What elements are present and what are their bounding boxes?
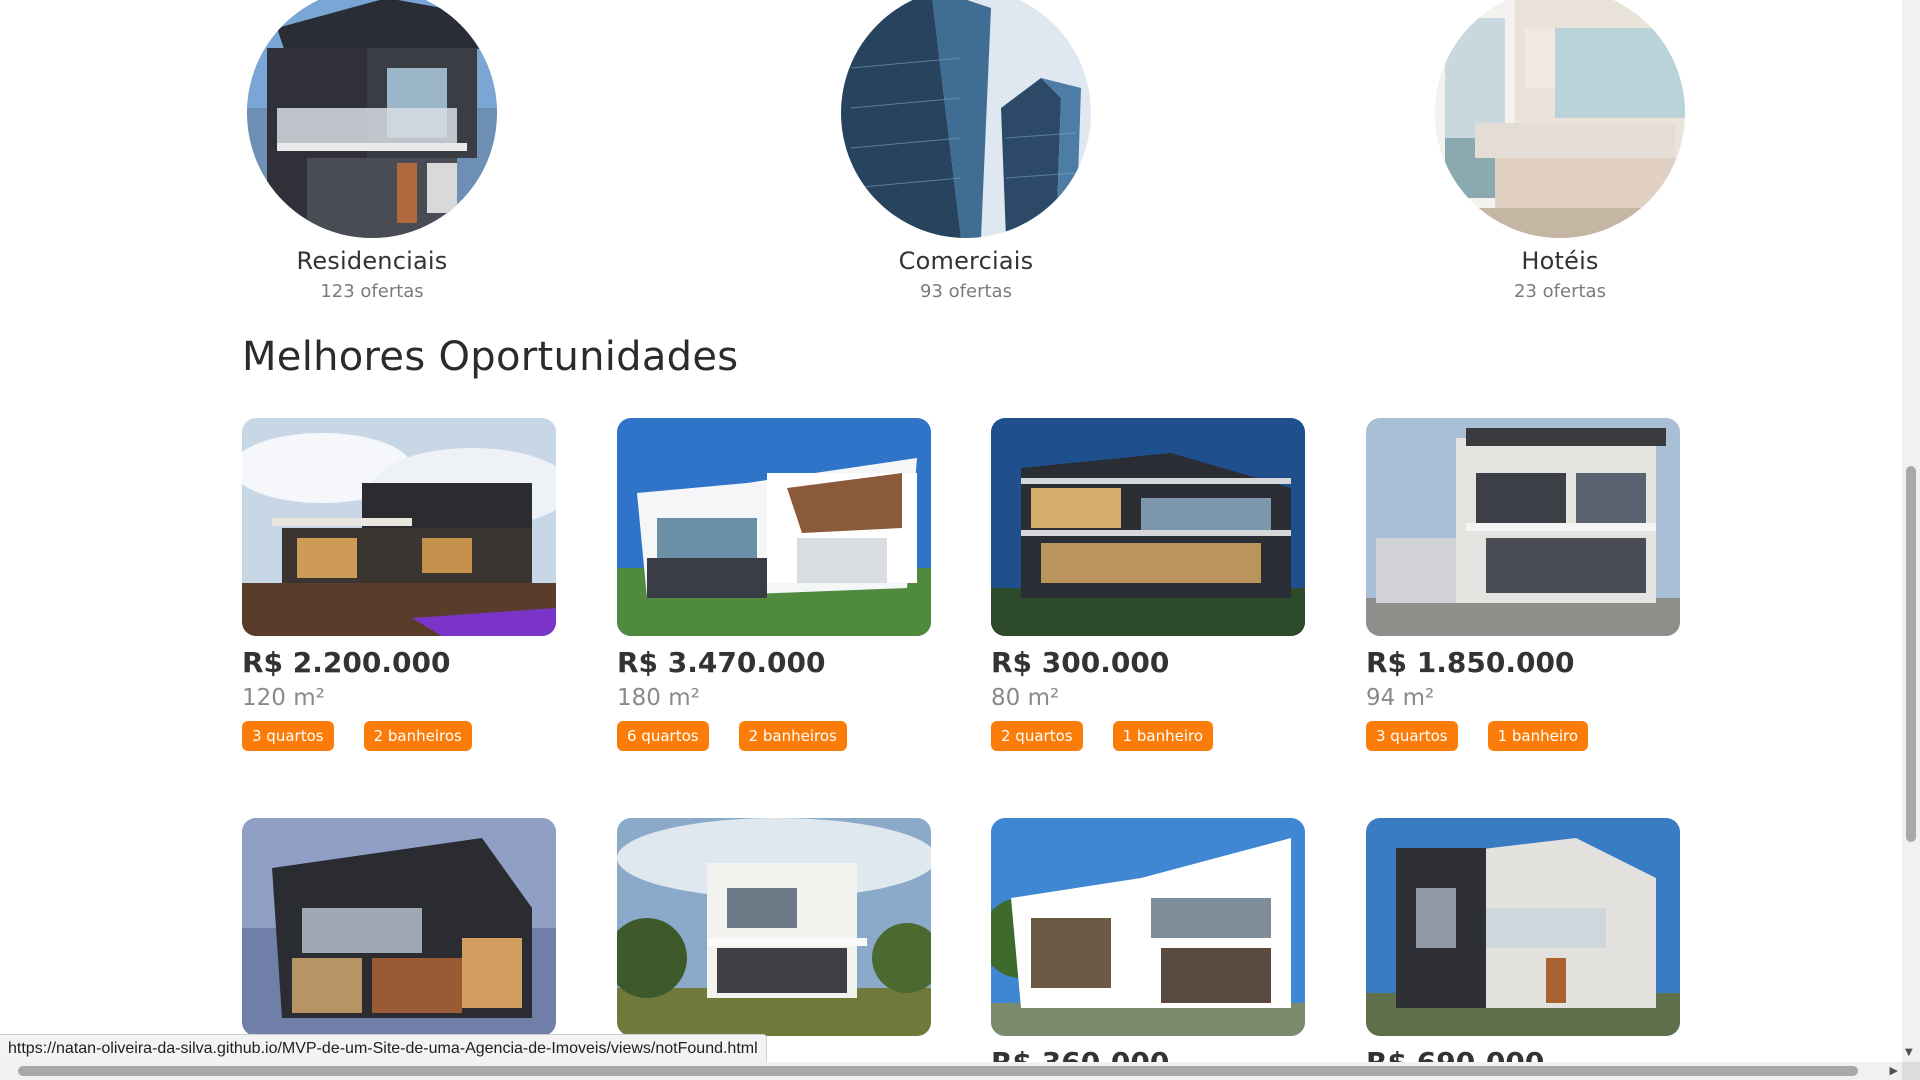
listing-photo — [242, 418, 556, 636]
bathrooms-tag: 1 banheiro — [1112, 721, 1214, 751]
status-bar-url: https://natan-oliveira-da-silva.github.i… — [0, 1034, 767, 1062]
category-name: Residenciais — [296, 247, 448, 275]
bedrooms-tag: 2 quartos — [991, 721, 1083, 751]
listing-price: R$ 690.000 — [1366, 1046, 1680, 1062]
listing-area: 94 m² — [1366, 685, 1435, 711]
listing-tags: 3 quartos 2 banheiros — [242, 721, 556, 751]
bathrooms-tag: 1 banheiro — [1487, 721, 1589, 751]
category-name: Comerciais — [898, 247, 1034, 275]
scroll-right-arrow-icon[interactable]: ▶ — [1890, 1064, 1898, 1077]
category-comerciais[interactable]: Comerciais 93 ofertas — [836, 0, 1096, 302]
listing-card[interactable] — [617, 818, 931, 1046]
bedrooms-tag: 3 quartos — [242, 721, 334, 751]
listing-photo — [1366, 418, 1680, 636]
horizontal-scrollbar[interactable]: ▶ — [0, 1062, 1902, 1080]
listing-price: R$ 300.000 — [991, 646, 1170, 679]
listing-price: R$ 1.850.000 — [1366, 646, 1575, 679]
listing-photo — [991, 418, 1305, 636]
listing-card[interactable]: R$ 360.000 — [991, 818, 1305, 1062]
vertical-scrollbar[interactable]: ▼ — [1902, 0, 1920, 1062]
listing-card[interactable]: R$ 300.000 80 m² 2 quartos 1 banheiro — [991, 418, 1305, 751]
category-image-residential — [247, 0, 497, 238]
category-image-hotel — [1435, 0, 1685, 238]
category-hoteis[interactable]: Hotéis 23 ofertas — [1430, 0, 1690, 302]
category-count: 23 ofertas — [1514, 281, 1606, 302]
section-title: Melhores Oportunidades — [242, 334, 739, 380]
listing-card[interactable]: R$ 2.200.000 120 m² 3 quartos 2 banheiro… — [242, 418, 556, 751]
category-residenciais[interactable]: Residenciais 123 ofertas — [242, 0, 502, 302]
listing-card[interactable]: R$ 1.850.000 94 m² 3 quartos 1 banheiro — [1366, 418, 1680, 751]
bedrooms-tag: 6 quartos — [617, 721, 709, 751]
bathrooms-tag: 2 banheiros — [363, 721, 472, 751]
scroll-down-arrow-icon[interactable]: ▼ — [1905, 1047, 1913, 1058]
listing-price: R$ 3.470.000 — [617, 646, 826, 679]
listing-area: 180 m² — [617, 685, 700, 711]
category-name: Hotéis — [1521, 247, 1599, 275]
category-count: 93 ofertas — [920, 281, 1012, 302]
listing-photo — [991, 818, 1305, 1036]
listing-card[interactable] — [242, 818, 556, 1046]
category-image-commercial — [841, 0, 1091, 238]
listing-tags: 6 quartos 2 banheiros — [617, 721, 931, 751]
listing-tags: 3 quartos 1 banheiro — [1366, 721, 1680, 751]
listing-card[interactable]: R$ 3.470.000 180 m² 6 quartos 2 banheiro… — [617, 418, 931, 751]
bathrooms-tag: 2 banheiros — [738, 721, 847, 751]
listing-area: 120 m² — [242, 685, 325, 711]
category-count: 123 ofertas — [320, 281, 424, 302]
listing-photo — [617, 818, 931, 1036]
scrollbar-corner — [1902, 1062, 1920, 1080]
listing-photo — [242, 818, 556, 1036]
vertical-scroll-thumb[interactable] — [1906, 466, 1916, 842]
listing-price: R$ 360.000 — [991, 1046, 1305, 1062]
listing-area: 80 m² — [991, 685, 1060, 711]
listing-price: R$ 2.200.000 — [242, 646, 451, 679]
listing-photo — [617, 418, 931, 636]
listing-photo — [1366, 818, 1680, 1036]
bedrooms-tag: 3 quartos — [1366, 721, 1458, 751]
listing-tags: 2 quartos 1 banheiro — [991, 721, 1305, 751]
page: Residenciais 123 ofertas Comerciais 93 o… — [0, 0, 1902, 1062]
horizontal-scroll-thumb[interactable] — [18, 1066, 1858, 1076]
listing-card[interactable]: R$ 690.000 — [1366, 818, 1680, 1062]
